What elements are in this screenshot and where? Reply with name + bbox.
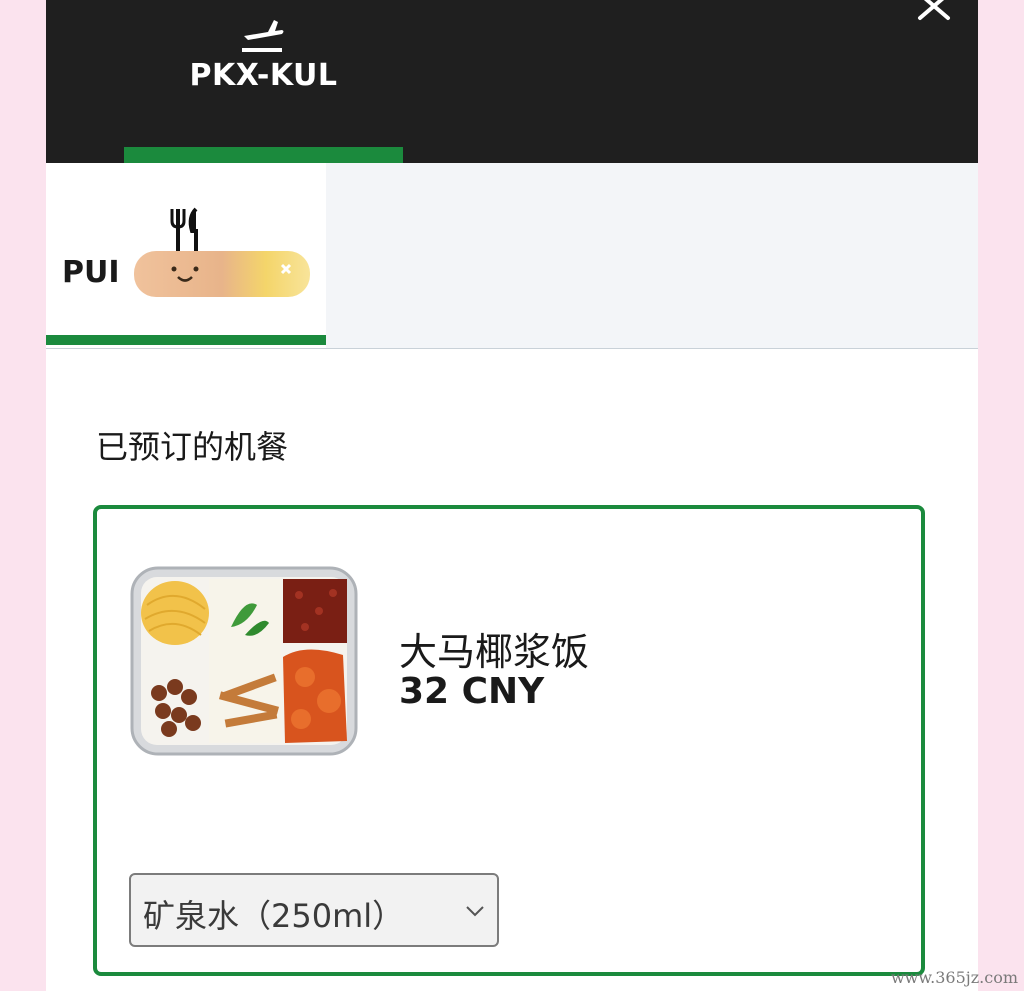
meal-card[interactable]: 大马椰浆饭 32 CNY 矿泉水（250ml）: [93, 505, 925, 976]
tab-flight[interactable]: PKX-KUL: [124, 0, 403, 163]
passenger-tabs: PUI: [46, 163, 978, 349]
watermark: www.365jz.com: [890, 968, 1018, 987]
close-icon[interactable]: [916, 0, 952, 22]
meal-price: 32 CNY: [399, 671, 545, 712]
smiley-icon: [171, 263, 292, 282]
header-bar: PKX-KUL: [46, 0, 978, 163]
fork-knife-icon: [170, 207, 198, 251]
drink-selected-value: 矿泉水（250ml）: [143, 897, 405, 935]
passenger-name: PUI: [62, 255, 120, 290]
passenger-tab-indicator: [46, 335, 326, 345]
flight-route-label: PKX-KUL: [189, 58, 338, 93]
plane-takeoff-icon: [242, 20, 284, 52]
chevron-down-icon: [466, 906, 484, 917]
nasi-lemak-meal-image: [130, 566, 358, 756]
tab-passenger[interactable]: PUI: [46, 163, 326, 348]
meal-booking-panel: PKX-KUL PUI 已预订的机餐 大马椰浆饭 32 CNY 矿泉水（250m…: [46, 0, 978, 991]
tab-active-indicator: [124, 147, 403, 163]
section-title: 已预订的机餐: [96, 428, 289, 466]
redaction-sticker: [134, 251, 310, 297]
meal-name: 大马椰浆饭: [399, 630, 590, 674]
drink-select[interactable]: 矿泉水（250ml）: [129, 873, 499, 947]
